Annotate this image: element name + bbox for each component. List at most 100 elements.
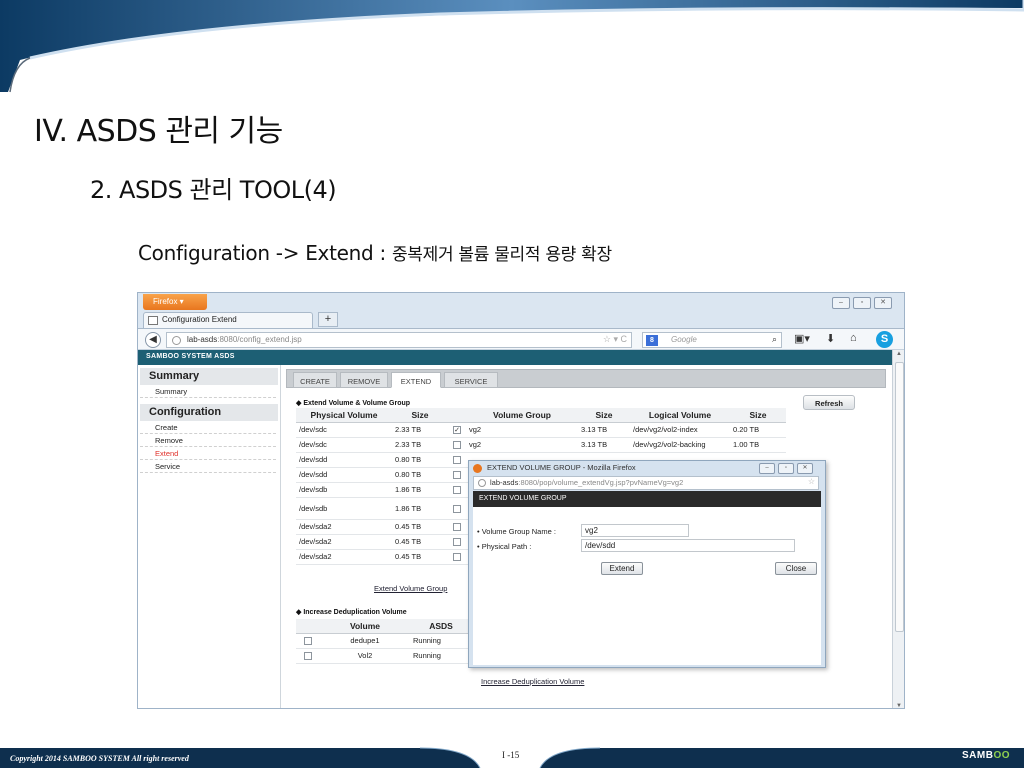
lv-cell: /dev/vg2/vol2-backing — [630, 437, 730, 453]
table-header-row: Volume ASDS — [296, 619, 472, 634]
dedup-section-title: ◆ Increase Deduplication Volume — [296, 609, 407, 616]
vg-name-field[interactable]: vg2 — [581, 524, 689, 537]
tab-service[interactable]: SERVICE — [444, 372, 498, 388]
close-icon[interactable]: ✕ — [874, 297, 892, 309]
extend-button[interactable]: Extend — [601, 562, 643, 575]
pv-cell: /dev/sda2 — [296, 549, 392, 565]
search-input[interactable]: 8 Google ⌕ — [642, 332, 782, 348]
pv-size-cell: 0.45 TB — [392, 549, 448, 565]
status-cell: Running — [410, 633, 472, 649]
row-checkbox[interactable] — [304, 637, 312, 645]
back-arrow-icon[interactable]: ◀ — [145, 332, 161, 348]
firefox-menu-button[interactable]: Firefox ▾ — [143, 294, 207, 310]
pv-cell: /dev/sdb — [296, 497, 392, 520]
vertical-scrollbar[interactable]: ▲ ▼ — [892, 350, 904, 708]
sidebar-item-service[interactable]: Service — [140, 460, 276, 473]
row-checkbox[interactable] — [453, 456, 461, 464]
pv-cell: /dev/sda2 — [296, 534, 392, 550]
restore-icon[interactable]: ▫ — [853, 297, 871, 309]
sidebar-item-remove[interactable]: Remove — [140, 434, 276, 447]
popup-url-bar[interactable]: lab-asds:8080/pop/volume_extendVg.jsp?pv… — [473, 476, 819, 490]
select-cell — [448, 519, 466, 535]
extend-section-title: ◆ Extend Volume & Volume Group — [296, 400, 411, 407]
new-tab-button[interactable]: + — [318, 312, 338, 327]
tab-remove[interactable]: REMOVE — [340, 372, 388, 388]
navigation-bar: ◀ lab-asds:8080/config_extend.jsp ☆ ▾ C … — [138, 328, 904, 350]
volume-cell: dedupe1 — [320, 633, 410, 649]
pv-size-cell: 0.80 TB — [392, 467, 448, 483]
pv-size-cell: 2.33 TB — [392, 422, 448, 438]
search-placeholder: Google — [671, 335, 697, 344]
bookmark-star-icon[interactable]: ☆ — [808, 477, 815, 486]
bookmarks-menu-icon[interactable]: ▣▾ — [794, 332, 810, 345]
pv-cell: /dev/sdc — [296, 422, 392, 438]
minimize-icon[interactable]: – — [759, 463, 775, 474]
select-cell — [448, 467, 466, 483]
row-checkbox[interactable]: ✓ — [453, 426, 461, 434]
vg-name-label: • Volume Group Name : — [477, 527, 556, 536]
row-checkbox[interactable] — [304, 652, 312, 660]
col-select — [448, 408, 466, 423]
tab-configuration-extend[interactable]: Configuration Extend — [143, 312, 313, 328]
table-row: /dev/sdc 2.33 TB vg2 3.13 TB/dev/vg2/vol2-b… — [296, 437, 786, 453]
caption-ko: 중복제거 볼륨 물리적 용량 확장 — [391, 245, 612, 265]
table-row: Vol2 Running — [296, 648, 472, 664]
row-checkbox[interactable] — [453, 553, 461, 561]
bookmark-star-icon[interactable]: ☆ ▾ C — [603, 334, 627, 345]
row-checkbox[interactable] — [453, 471, 461, 479]
search-icon[interactable]: ⌕ — [772, 334, 777, 345]
app-title-bar: SAMBOO SYSTEM ASDS — [138, 350, 892, 365]
row-checkbox[interactable] — [453, 504, 461, 513]
physical-path-field[interactable]: /dev/sdd — [581, 539, 795, 552]
close-icon[interactable]: ✕ — [797, 463, 813, 474]
scrollbar-thumb[interactable] — [895, 362, 904, 632]
url-bar[interactable]: lab-asds:8080/config_extend.jsp ☆ ▾ C — [166, 332, 632, 348]
restore-icon[interactable]: ▫ — [778, 463, 794, 474]
vg-cell: vg2 — [466, 422, 578, 438]
close-button[interactable]: Close — [775, 562, 817, 575]
sidebar-item-create[interactable]: Create — [140, 421, 276, 434]
refresh-button[interactable]: Refresh — [803, 395, 855, 410]
tab-create[interactable]: CREATE — [293, 372, 337, 388]
select-cell — [296, 648, 320, 664]
tab-title: Configuration Extend — [162, 315, 237, 324]
header-wave-graphic — [0, 0, 1024, 93]
row-checkbox[interactable] — [453, 523, 461, 531]
row-checkbox[interactable] — [453, 538, 461, 546]
site-globe-icon — [478, 479, 486, 487]
tab-extend[interactable]: EXTEND — [391, 372, 441, 388]
slide: IV. ASDS 관리 기능 2. ASDS 관리 TOOL(4) Config… — [0, 0, 1024, 768]
table-header-row: Physical Volume Size Volume Group Size L… — [296, 408, 786, 423]
search-engine-icon[interactable]: 8 — [646, 335, 658, 346]
skype-icon[interactable]: S — [876, 331, 893, 348]
slide-title: IV. ASDS 관리 기능 — [34, 114, 283, 149]
row-checkbox[interactable] — [453, 486, 461, 494]
increase-dedup-volume-link[interactable]: Increase Deduplication Volume — [481, 677, 584, 686]
pv-size-cell: 1.86 TB — [392, 497, 448, 520]
popup-body: • Volume Group Name : vg2 • Physical Pat… — [473, 507, 821, 665]
pv-size-cell: 2.33 TB — [392, 437, 448, 453]
physical-path-label: • Physical Path : — [477, 542, 532, 551]
status-cell: Running — [410, 648, 472, 664]
vg-size-cell: 3.13 TB — [578, 437, 630, 453]
extend-volume-group-link[interactable]: Extend Volume Group — [374, 584, 447, 593]
vg-cell: vg2 — [466, 437, 578, 453]
minimize-icon[interactable]: – — [832, 297, 850, 309]
popup-header: EXTEND VOLUME GROUP — [473, 491, 821, 507]
sidebar-item-summary[interactable]: Summary — [140, 385, 276, 398]
copyright-text: Copyright 2014 SAMBOO SYSTEM All right r… — [10, 754, 189, 763]
sidebar-item-extend[interactable]: Extend — [140, 447, 276, 460]
scroll-down-icon[interactable]: ▼ — [896, 703, 902, 708]
volume-cell: Vol2 — [320, 648, 410, 664]
table-row: /dev/sdc 2.33 TB ✓ vg2 3.13 TB/dev/vg2/vol2-… — [296, 422, 786, 438]
row-checkbox[interactable] — [453, 441, 461, 449]
url-host: lab-asds — [187, 335, 218, 344]
col-logical-volume: Logical Volume — [630, 408, 730, 423]
home-icon[interactable]: ⌂ — [850, 332, 857, 344]
download-icon[interactable]: ⬇ — [826, 332, 835, 345]
col-vg-size: Size — [578, 408, 630, 423]
scroll-up-icon[interactable]: ▲ — [896, 351, 902, 357]
lv-cell: /dev/vg2/vol2-index — [630, 422, 730, 438]
slide-subtitle: 2. ASDS 관리 TOOL(4) — [90, 176, 337, 204]
page-icon — [148, 316, 158, 325]
